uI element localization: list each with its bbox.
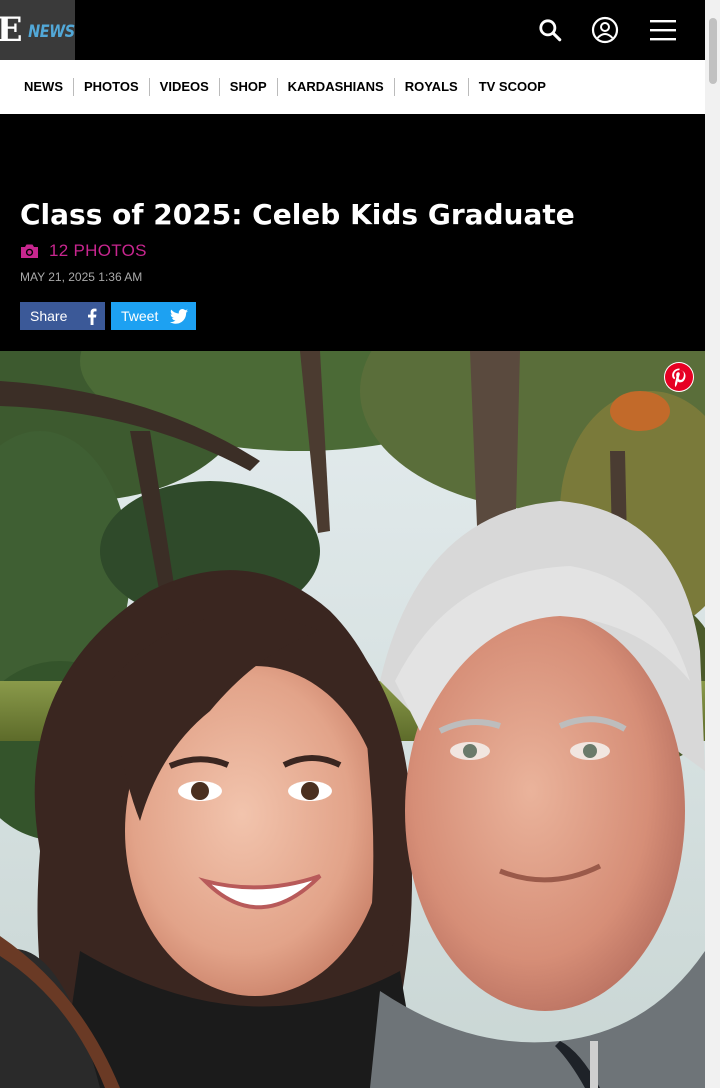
search-icon (539, 19, 562, 42)
pinterest-icon (665, 363, 693, 391)
facebook-share-button[interactable]: Share (20, 302, 105, 330)
nav-item-royals[interactable]: ROYALS (393, 78, 468, 96)
twitter-share-label: Tweet (121, 308, 159, 324)
twitter-icon (170, 308, 188, 324)
facebook-share-label: Share (30, 308, 68, 324)
nav-item-shop[interactable]: SHOP (218, 78, 277, 96)
search-button[interactable] (530, 10, 570, 50)
gallery-title: Class of 2025: Celeb Kids Graduate (20, 198, 575, 231)
nav-item-tv-scoop[interactable]: TV SCOOP (467, 78, 556, 96)
nav-item-kardashians[interactable]: KARDASHIANS (276, 78, 394, 96)
account-button[interactable] (585, 10, 625, 50)
nav-item-videos[interactable]: VIDEOS (148, 78, 219, 96)
nav-item-news[interactable]: NEWS (14, 78, 73, 96)
account-icon (591, 16, 619, 44)
gallery-photo[interactable] (0, 351, 705, 1088)
twitter-share-button[interactable]: Tweet (111, 302, 196, 330)
pinterest-button[interactable] (664, 362, 694, 392)
logo-e: E (0, 10, 23, 50)
hamburger-menu-icon (650, 20, 676, 41)
page-scrollbar[interactable] (705, 0, 720, 1088)
top-bar: E NEWS (0, 0, 705, 60)
camera-icon (21, 244, 38, 258)
share-buttons: Share Tweet (20, 302, 196, 330)
scrollbar-thumb[interactable] (709, 18, 717, 84)
photo-count[interactable]: 12 PHOTOS (20, 241, 147, 261)
publish-date: MAY 21, 2025 1:36 AM (20, 270, 143, 284)
nav-item-photos[interactable]: PHOTOS (73, 78, 149, 96)
photo-count-label: 12 PHOTOS (49, 241, 147, 260)
section-nav: NEWS PHOTOS VIDEOS SHOP KARDASHIANS ROYA… (0, 60, 705, 114)
gallery-photo-image (0, 351, 705, 1088)
facebook-icon (88, 308, 97, 325)
menu-button[interactable] (643, 10, 683, 50)
logo-news: NEWS (27, 22, 75, 42)
enews-logo[interactable]: E NEWS (0, 0, 75, 60)
